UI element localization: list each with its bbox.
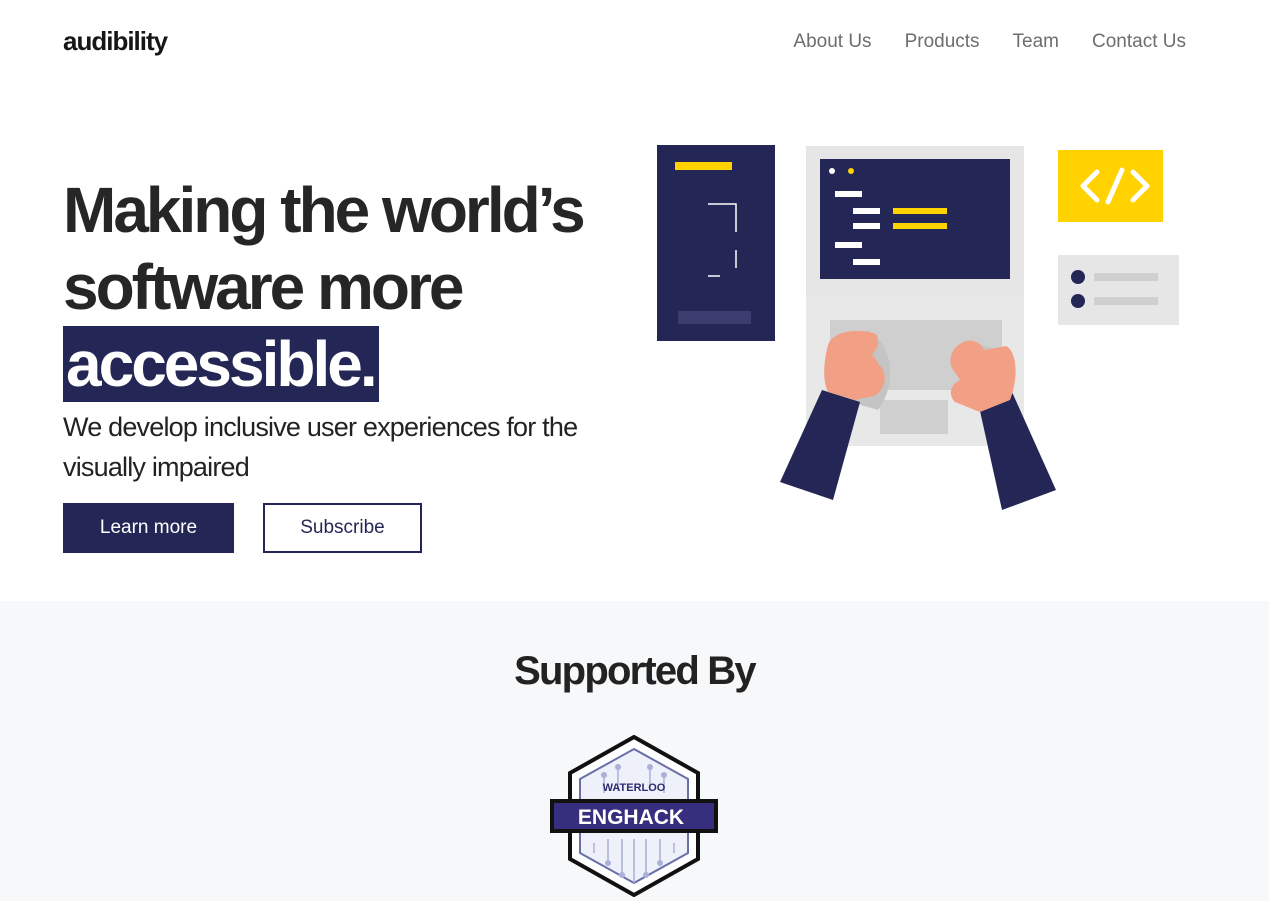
hero-title-line-2: software more	[63, 251, 464, 323]
nav-links: About Us Products Team Contact Us	[793, 31, 1186, 53]
nav-about-us[interactable]: About Us	[793, 31, 871, 53]
nav-contact-us[interactable]: Contact Us	[1092, 31, 1186, 53]
code-icon	[1058, 150, 1163, 222]
enghack-badge[interactable]: WATERLOO ENGHACK	[548, 735, 720, 897]
learn-more-button[interactable]: Learn more	[63, 503, 234, 553]
badge-top-text: WATERLOO	[603, 782, 666, 794]
badge-main-text: ENGHACK	[578, 806, 684, 829]
hero-subtitle: We develop inclusive user experiences fo…	[63, 412, 578, 482]
subscribe-button[interactable]: Subscribe	[263, 503, 422, 553]
brand-logo[interactable]: audibility	[63, 26, 168, 57]
supported-by-heading: Supported By	[514, 649, 756, 693]
developer-illustration	[657, 145, 1179, 510]
hero-title-line-1: Making the world’s	[63, 174, 586, 246]
hero-title-highlight: accessible.	[63, 326, 379, 402]
hero-title: Making the world’s software more accessibl…	[63, 172, 663, 403]
top-navbar: audibility About Us Products Team Contac…	[0, 0, 1269, 86]
supported-by-section: Supported By WATERLOO ENGHACK	[0, 601, 1269, 901]
nav-products[interactable]: Products	[905, 31, 980, 53]
nav-team[interactable]: Team	[1013, 31, 1059, 53]
list-card-icon	[1058, 255, 1179, 325]
phone-illustration	[657, 145, 775, 341]
